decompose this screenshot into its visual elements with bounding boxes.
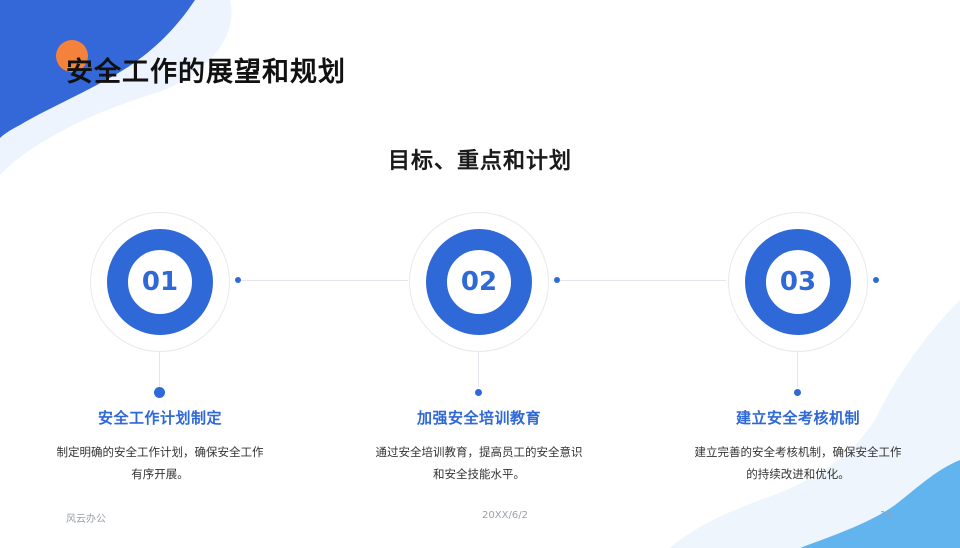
step-description: 通过安全培训教育，提高员工的安全意识 和安全技能水平。 bbox=[369, 441, 589, 485]
step-dot bbox=[794, 389, 801, 396]
step-number: 03 bbox=[779, 267, 817, 297]
step-title: 加强安全培训教育 bbox=[416, 409, 541, 427]
vertical-line bbox=[478, 352, 479, 387]
step-number-circle: 02 bbox=[426, 229, 532, 335]
step-dot bbox=[154, 387, 165, 398]
step-description-line: 有序开展。 bbox=[131, 467, 189, 481]
step-card-1: 01 安全工作计划制定 制定明确的安全工作计划，确保安全工作 有序开展。 bbox=[30, 200, 290, 500]
step-description-line: 建立完善的安全考核机制，确保安全工作 bbox=[694, 445, 902, 459]
step-description: 制定明确的安全工作计划，确保安全工作 有序开展。 bbox=[50, 441, 270, 485]
ring-dot bbox=[554, 277, 560, 283]
footer-date: 20XX/6/2 bbox=[482, 510, 528, 521]
footer-page-number: 18 bbox=[880, 510, 893, 521]
step-description-line: 的持续改进和优化。 bbox=[746, 467, 850, 481]
step-number-circle: 01 bbox=[107, 229, 213, 335]
step-title: 安全工作计划制定 bbox=[97, 409, 222, 427]
ring-dot bbox=[235, 277, 241, 283]
slide: 安全工作的展望和规划 目标、重点和计划 01 安全工作计划制定 制定明确的安全工… bbox=[0, 0, 960, 548]
section-subtitle: 目标、重点和计划 bbox=[387, 149, 572, 174]
step-number: 02 bbox=[460, 267, 498, 297]
step-title: 建立安全考核机制 bbox=[735, 409, 860, 427]
step-card-3: 03 建立安全考核机制 建立完善的安全考核机制，确保安全工作 的持续改进和优化。 bbox=[668, 200, 928, 500]
step-description-line: 和安全技能水平。 bbox=[433, 467, 525, 481]
step-number: 01 bbox=[141, 267, 179, 297]
step-description: 建立完善的安全考核机制，确保安全工作 的持续改进和优化。 bbox=[688, 441, 908, 485]
step-dot bbox=[475, 389, 482, 396]
step-number-circle: 03 bbox=[745, 229, 851, 335]
vertical-line bbox=[159, 352, 160, 387]
step-description-line: 制定明确的安全工作计划，确保安全工作 bbox=[56, 445, 264, 459]
ring-dot bbox=[873, 277, 879, 283]
page-title: 安全工作的展望和规划 bbox=[66, 57, 346, 88]
step-description-line: 通过安全培训教育，提高员工的安全意识 bbox=[375, 445, 583, 459]
step-card-2: 02 加强安全培训教育 通过安全培训教育，提高员工的安全意识 和安全技能水平。 bbox=[349, 200, 609, 500]
vertical-line bbox=[797, 352, 798, 387]
